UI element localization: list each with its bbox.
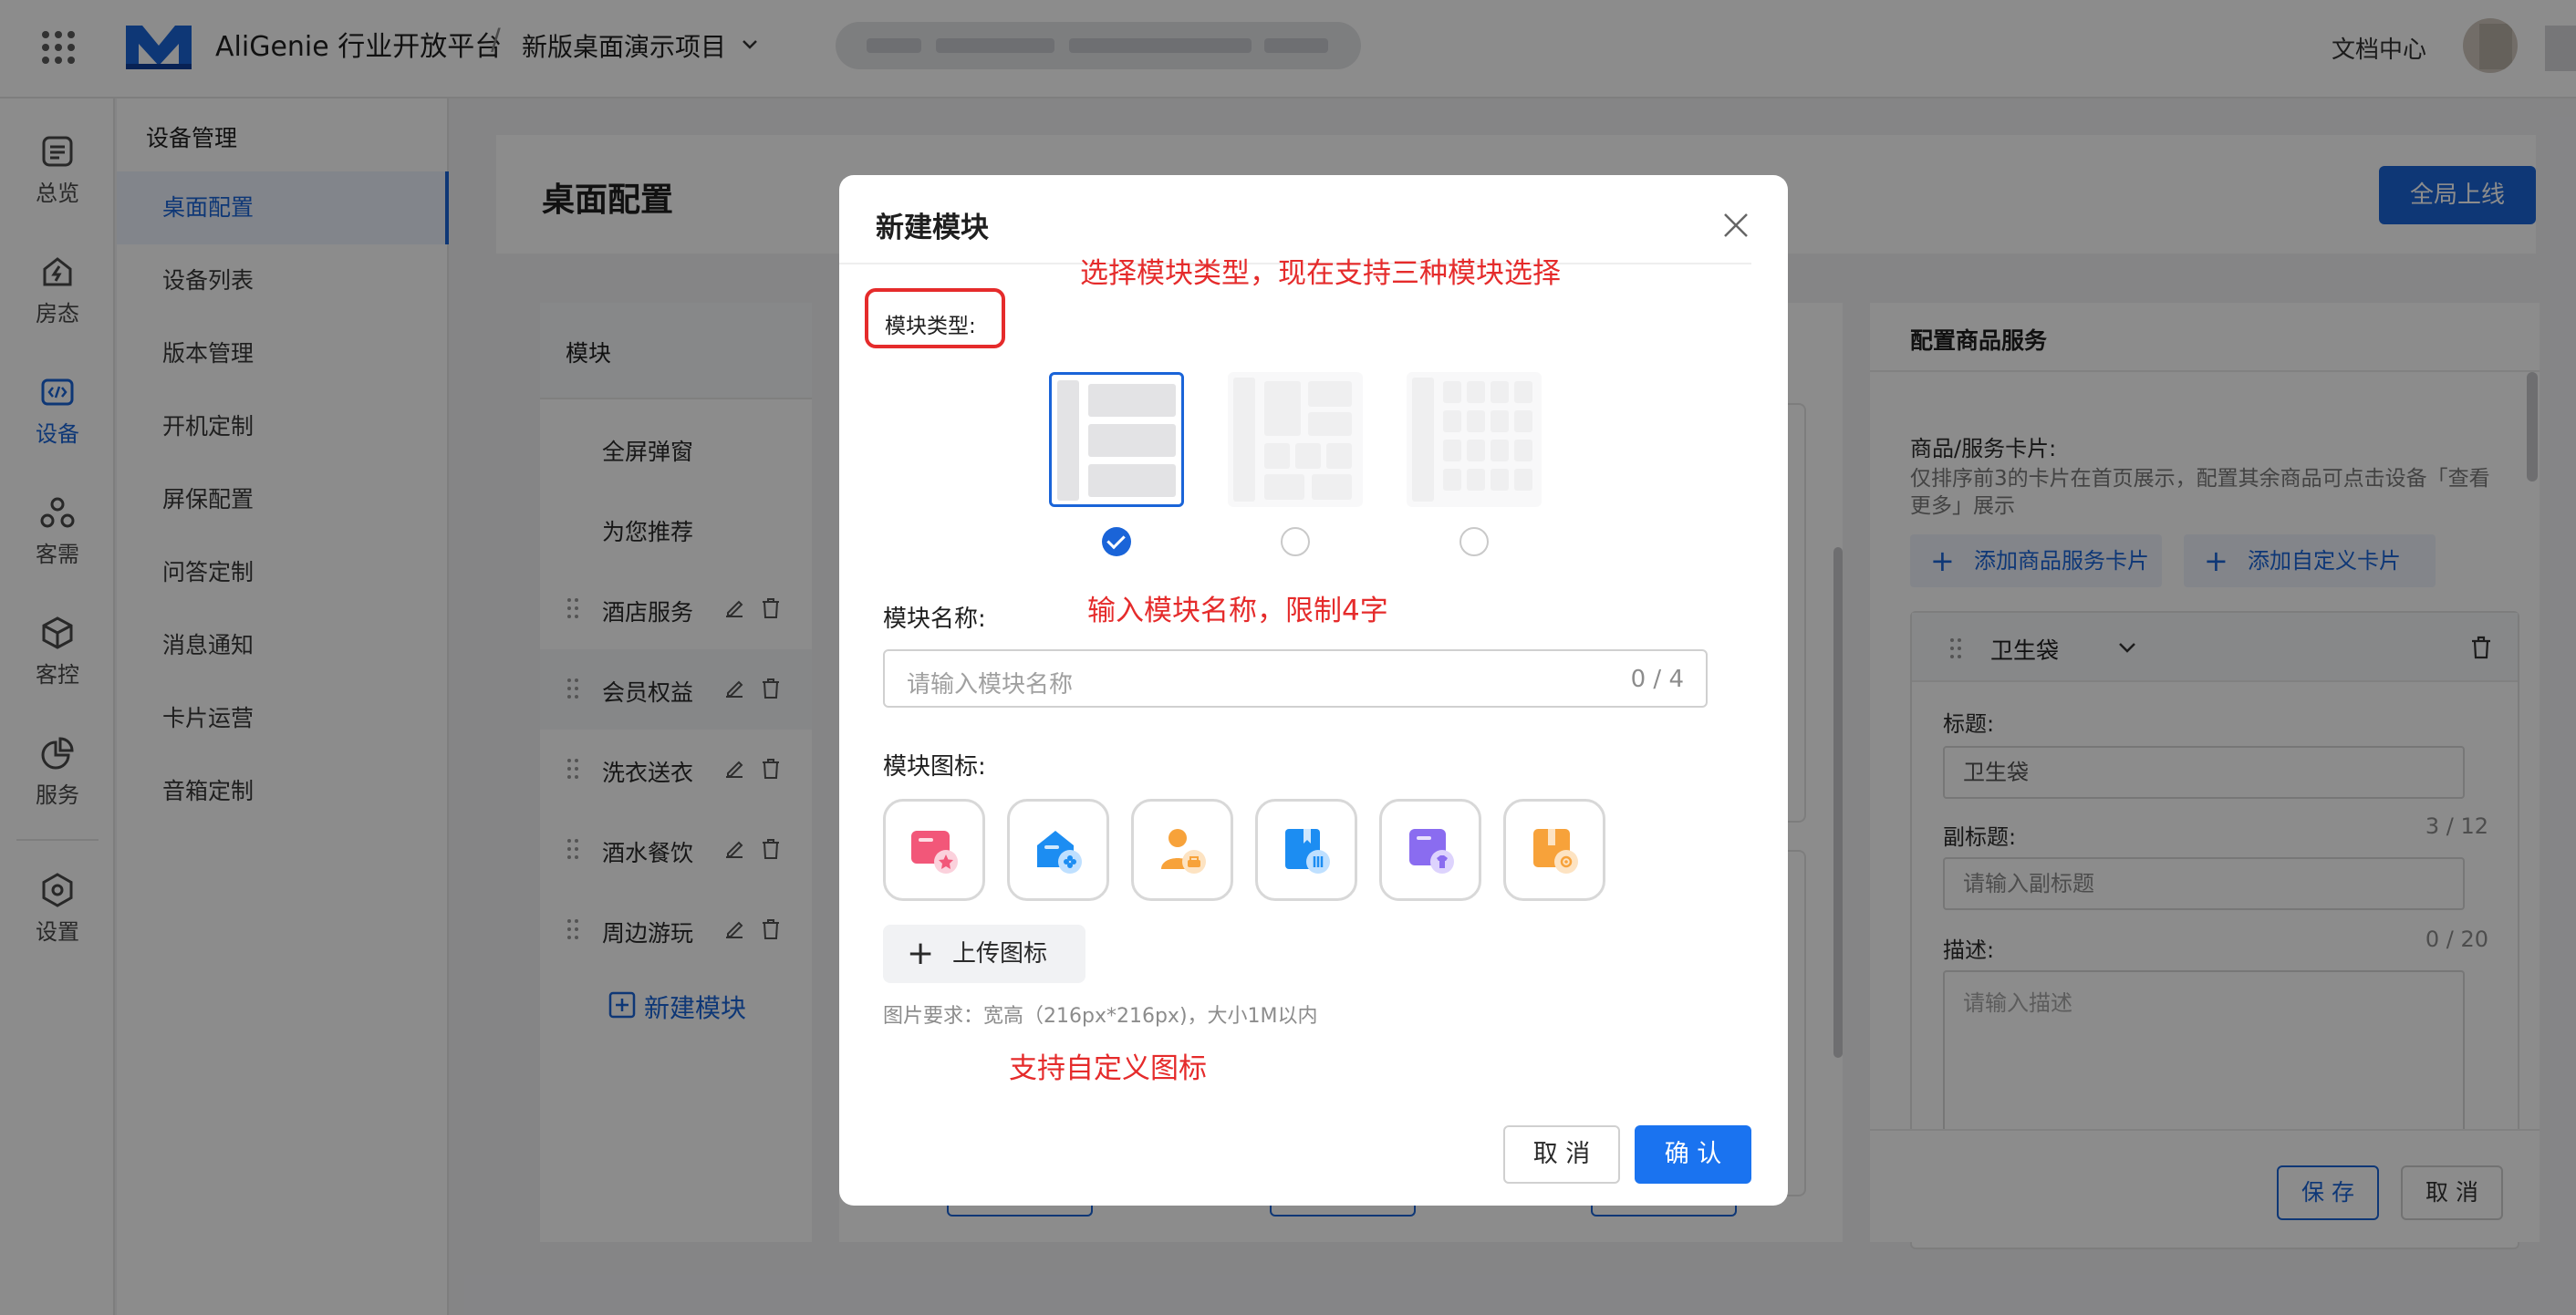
module-type-icons-option[interactable]	[1407, 372, 1542, 507]
orange-box-icon	[1533, 829, 1578, 874]
icon-option[interactable]	[883, 799, 985, 901]
annotation-type: 选择模块类型，现在支持三种模块选择	[1080, 257, 1561, 290]
annotation-name: 输入模块名称，限制4字	[1087, 595, 1388, 627]
image-requirement: 图片要求：宽高（216px*216px)，大小1M以内	[883, 1005, 1318, 1028]
module-name-placeholder: 请输入模块名称	[907, 671, 1074, 699]
module-name-count: 0 / 4	[1630, 666, 1684, 693]
module-type-radio-2[interactable]	[1281, 527, 1310, 556]
module-name-input[interactable]: 请输入模块名称 0 / 4	[883, 649, 1708, 708]
blue-book-icon	[1285, 829, 1330, 874]
pink-star-icon	[911, 831, 958, 874]
module-type-label: 模块类型:	[885, 315, 976, 338]
icon-option[interactable]	[1503, 799, 1605, 901]
icon-option[interactable]	[1131, 799, 1233, 901]
module-name-label: 模块名称:	[883, 606, 986, 633]
plus-icon: +	[907, 935, 935, 972]
icon-option[interactable]	[1379, 799, 1481, 901]
orange-person-icon	[1161, 829, 1206, 874]
close-icon[interactable]	[1720, 210, 1751, 241]
purple-shirt-icon	[1409, 829, 1454, 874]
dialog-title: 新建模块	[876, 212, 989, 244]
module-type-radio-1[interactable]	[1102, 527, 1131, 556]
module-type-list-option[interactable]	[1049, 372, 1184, 507]
upload-icon-button[interactable]: + 上传图标	[883, 925, 1085, 983]
blue-game-icon	[1037, 831, 1082, 874]
annotation-icon: 支持自定义图标	[1009, 1052, 1207, 1085]
icon-option[interactable]	[1255, 799, 1357, 901]
module-icon-label: 模块图标:	[883, 753, 986, 781]
upload-icon-label: 上传图标	[952, 940, 1048, 968]
dialog-cancel-button[interactable]: 取 消	[1503, 1125, 1620, 1184]
icon-option[interactable]	[1007, 799, 1109, 901]
module-type-grid-option[interactable]	[1228, 372, 1363, 507]
new-module-dialog: 新建模块 选择模块类型，现在支持三种模块选择 模块类型: 输入模块名称，限制4字…	[839, 175, 1788, 1206]
module-type-radio-3[interactable]	[1459, 527, 1489, 556]
dialog-confirm-button[interactable]: 确 认	[1635, 1125, 1751, 1184]
